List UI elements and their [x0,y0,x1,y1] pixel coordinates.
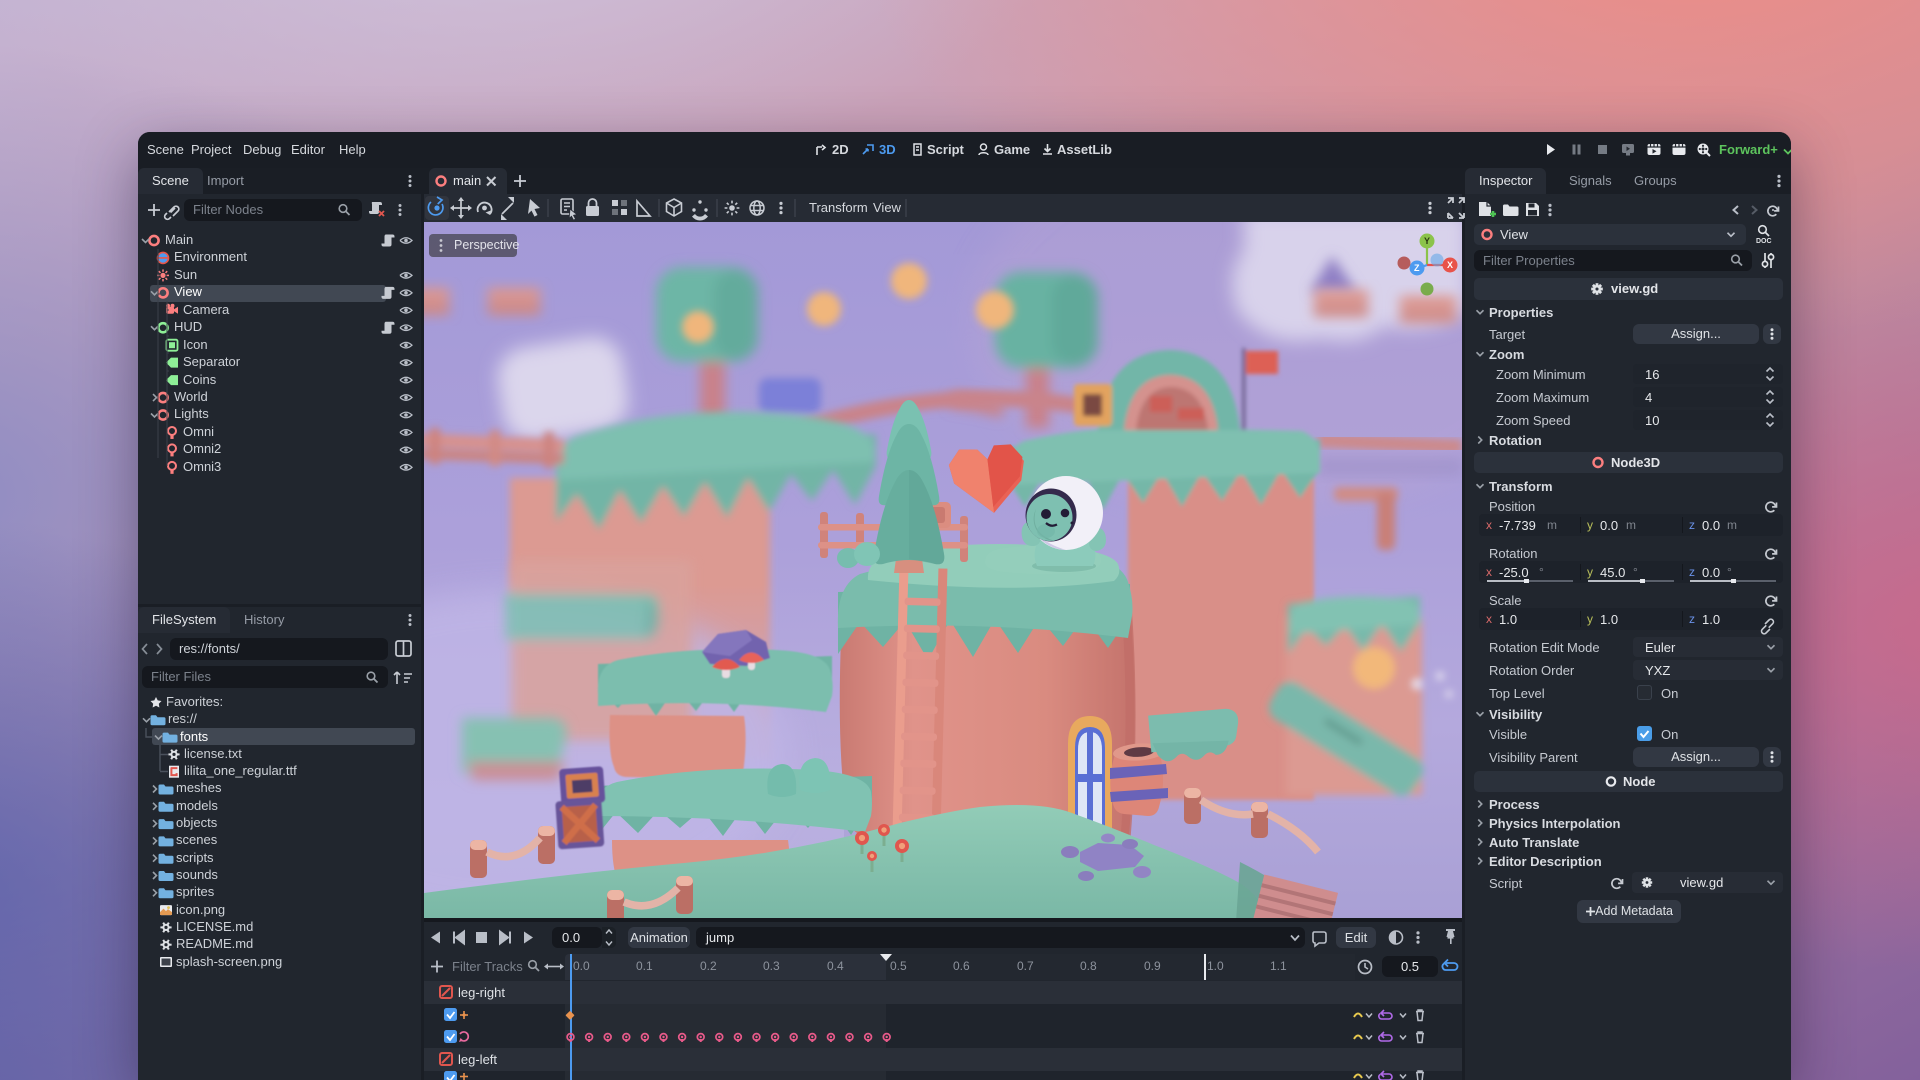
svg-text:Filter Tracks: Filter Tracks [452,959,523,974]
svg-text:DOC: DOC [1756,238,1772,245]
